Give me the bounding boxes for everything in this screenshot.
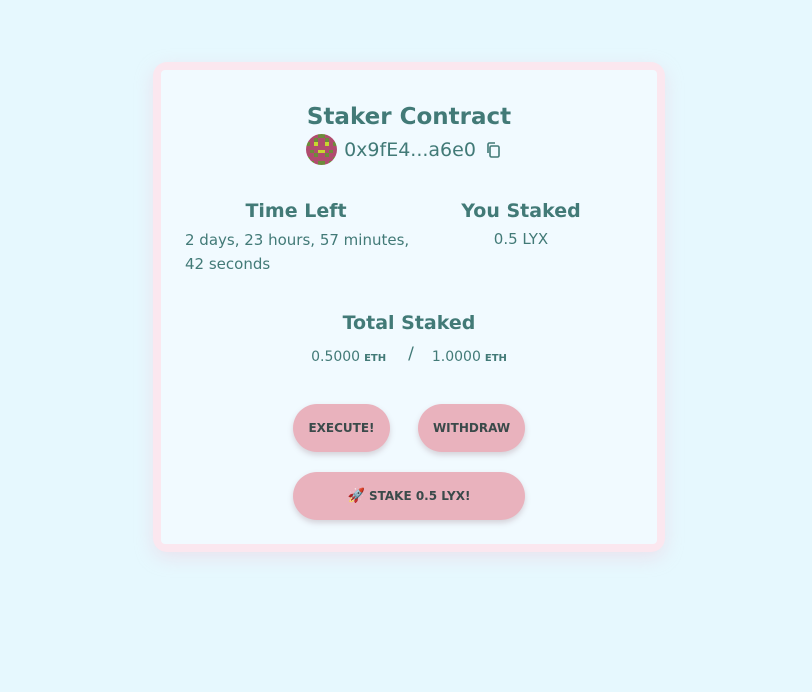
stake-button[interactable]: 🚀 STAKE 0.5 LYX! [293, 472, 525, 520]
rocket-icon: 🚀 [347, 488, 365, 504]
threshold-unit: ETH [484, 353, 507, 364]
threshold-amount: 1.0000 [431, 349, 481, 365]
you-staked-value: 0.5 LYX [493, 230, 549, 248]
total-staked-unit: ETH [364, 353, 387, 364]
time-left-value: 2 days, 23 hours, 57 minutes, 42 seconds [185, 231, 410, 273]
contract-address[interactable]: 0x9fE4...a6e0 [344, 139, 476, 161]
withdraw-button[interactable]: WITHDRAW [418, 404, 525, 452]
execute-button[interactable]: EXECUTE! [293, 404, 390, 452]
card-title: Staker Contract [306, 104, 512, 130]
copy-icon[interactable] [484, 141, 502, 159]
time-left-heading: Time Left [245, 200, 347, 222]
total-staked-heading: Total Staked [342, 312, 476, 334]
total-staked-amount: 0.5000 [311, 349, 361, 365]
total-staked-balance: 0.5000 ETH / 1.0000 ETH [161, 344, 657, 366]
you-staked-heading: You Staked [461, 200, 581, 222]
balance-separator: / [408, 344, 414, 364]
stake-button-label: STAKE 0.5 LYX! [368, 489, 471, 503]
blockie-avatar [306, 134, 338, 165]
staker-card-frame: Staker Contract 0x9fE4...a6e0 Time Left … [153, 62, 665, 552]
address-row: 0x9fE4...a6e0 [161, 134, 657, 165]
staker-card: Staker Contract 0x9fE4...a6e0 Time Left … [161, 70, 657, 544]
